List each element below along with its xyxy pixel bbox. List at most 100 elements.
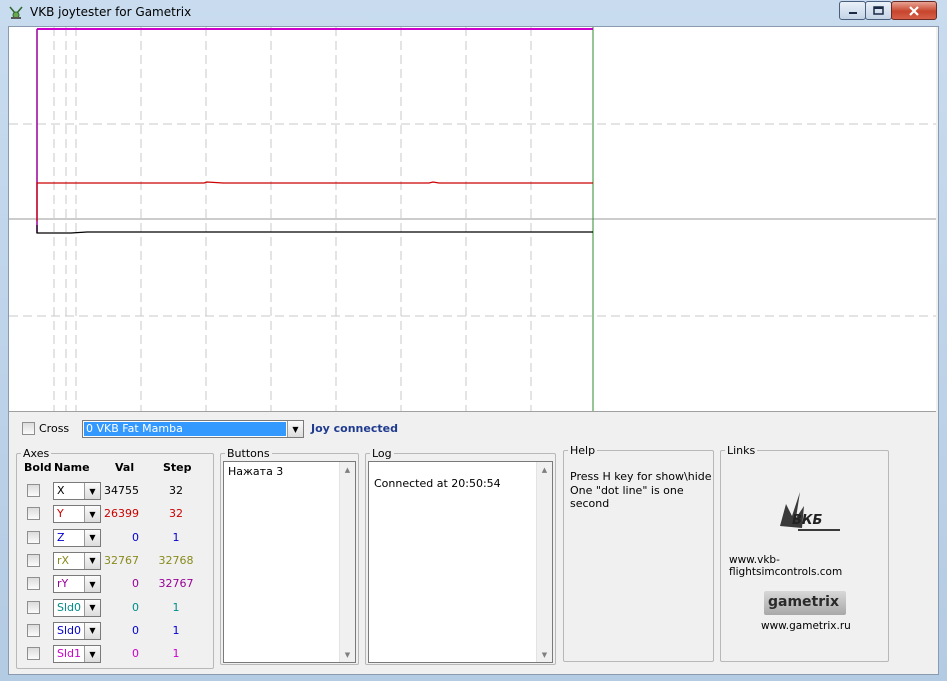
axis-name: Sld0 <box>57 600 82 614</box>
axis-name-select[interactable]: rX ▼ <box>53 551 101 570</box>
axis-step: 32768 <box>158 553 194 567</box>
cross-checkbox[interactable] <box>22 422 35 435</box>
axis-name-select[interactable]: Sld0 ▼ <box>53 621 101 640</box>
axis-name-select[interactable]: X ▼ <box>53 482 101 500</box>
bold-checkbox[interactable] <box>27 530 40 544</box>
device-select[interactable]: 0 VKB Fat Mamba ▼ <box>82 420 304 438</box>
bold-checkbox[interactable] <box>27 647 40 661</box>
axis-step: 32 <box>169 484 183 497</box>
chevron-down-icon[interactable]: ▼ <box>84 506 100 523</box>
axis-row: rY ▼ 0 32767 <box>17 575 217 595</box>
log-list[interactable]: Connected at 20:50:54 ▲ ▼ <box>368 461 553 663</box>
header-name: Name <box>54 461 90 474</box>
vkb-logo[interactable]: ВКБ <box>774 486 844 536</box>
axis-row: X ▼ 34755 32 <box>17 482 217 502</box>
close-button[interactable] <box>891 1 937 20</box>
axis-value: 0 <box>132 647 139 661</box>
bold-checkbox[interactable] <box>27 600 40 614</box>
chevron-down-icon[interactable]: ▼ <box>84 599 100 616</box>
axis-name: rY <box>57 577 69 591</box>
chevron-down-icon[interactable]: ▼ <box>84 529 100 546</box>
axis-step: 1 <box>172 530 180 544</box>
scroll-down-icon[interactable]: ▼ <box>537 647 552 662</box>
header-bold: Bold <box>24 461 52 474</box>
help-title: Help <box>568 444 598 457</box>
axis-step: 32767 <box>158 577 194 591</box>
chevron-down-icon[interactable]: ▼ <box>84 576 100 593</box>
help-line-2: One "dot line" is one second <box>570 484 684 510</box>
axis-value: 0 <box>132 577 139 591</box>
header-step: Step <box>163 461 192 474</box>
buttons-title: Buttons <box>225 447 272 460</box>
scroll-down-icon[interactable]: ▼ <box>340 647 355 662</box>
chevron-down-icon[interactable]: ▼ <box>84 622 100 639</box>
axis-value: 0 <box>132 623 139 637</box>
axis-name-select[interactable]: rY ▼ <box>53 575 101 594</box>
minimize-button[interactable] <box>839 1 866 20</box>
bold-checkbox[interactable] <box>27 484 40 497</box>
title-bar[interactable]: VKB joytester for Gametrix <box>0 0 947 24</box>
axis-name-select[interactable]: Z ▼ <box>53 528 101 547</box>
chevron-down-icon[interactable]: ▼ <box>287 421 303 437</box>
maximize-icon <box>873 6 884 15</box>
client-area: Cross 0 VKB Fat Mamba ▼ Joy connected Ax… <box>8 26 939 675</box>
maximize-button[interactable] <box>865 1 892 20</box>
axis-value: 0 <box>132 600 139 614</box>
axis-name: X <box>57 484 65 497</box>
buttons-group: Buttons Нажата 3 ▲ ▼ <box>220 447 359 665</box>
axis-value: 32767 <box>104 553 139 567</box>
bold-checkbox[interactable] <box>27 553 40 567</box>
gametrix-logo-text: gametrix <box>768 594 839 610</box>
axes-title: Axes <box>21 447 52 460</box>
vkb-wing-icon <box>780 492 840 531</box>
axis-value: 26399 <box>104 507 139 521</box>
close-icon <box>909 5 919 16</box>
chevron-down-icon[interactable]: ▼ <box>84 483 100 499</box>
vkb-link[interactable]: www.vkb-flightsimcontrols.com <box>729 554 888 578</box>
axis-name-select[interactable]: Y ▼ <box>53 505 101 524</box>
buttons-list[interactable]: Нажата 3 ▲ ▼ <box>223 461 356 663</box>
axis-name-select[interactable]: Sld1 ▼ <box>53 645 101 664</box>
vkb-logo-text: ВКБ <box>792 513 823 528</box>
header-val: Val <box>115 461 135 474</box>
cross-label: Cross <box>39 422 70 435</box>
axis-value: 34755 <box>104 484 139 497</box>
bold-checkbox[interactable] <box>27 623 40 637</box>
axis-name: Sld0 <box>57 623 82 637</box>
scroll-up-icon[interactable]: ▲ <box>340 462 355 477</box>
axis-graph <box>9 27 936 412</box>
axis-name: Z <box>57 530 65 544</box>
chevron-down-icon[interactable]: ▼ <box>84 646 100 663</box>
axis-row: Y ▼ 26399 32 <box>17 505 217 525</box>
axis-step: 32 <box>169 507 183 521</box>
axis-step: 1 <box>172 600 180 614</box>
log-group: Log Connected at 20:50:54 ▲ ▼ <box>365 447 556 665</box>
help-group: Help Press H key for show\hide One "dot … <box>563 444 714 662</box>
joystick-icon <box>9 6 23 19</box>
gametrix-logo[interactable]: gametrix <box>764 591 846 615</box>
links-title: Links <box>725 444 758 457</box>
trace-y <box>36 181 593 221</box>
bold-checkbox[interactable] <box>27 507 40 521</box>
chevron-down-icon[interactable]: ▼ <box>84 552 100 569</box>
axis-name: rX <box>57 553 70 567</box>
axis-row: Sld1 ▼ 0 1 <box>17 645 217 665</box>
window-title: VKB joytester for Gametrix <box>30 5 192 19</box>
links-group: Links ВКБ www.vkb-flightsimcontrols.com … <box>720 444 889 662</box>
gametrix-link[interactable]: www.gametrix.ru <box>761 620 851 632</box>
axis-value: 0 <box>132 530 139 544</box>
trace-x <box>36 225 593 234</box>
graph-canvas <box>9 27 936 411</box>
device-select-value: 0 VKB Fat Mamba <box>86 422 183 435</box>
log-scrollbar[interactable]: ▲ ▼ <box>536 462 552 662</box>
log-title: Log <box>370 447 394 460</box>
list-item: Нажата 3 <box>228 465 284 478</box>
axis-name: Sld1 <box>57 647 82 661</box>
axis-row: Z ▼ 0 1 <box>17 528 217 549</box>
bold-checkbox[interactable] <box>27 577 40 591</box>
buttons-scrollbar[interactable]: ▲ ▼ <box>339 462 355 662</box>
list-item: Connected at 20:50:54 <box>374 477 501 490</box>
scroll-up-icon[interactable]: ▲ <box>537 462 552 477</box>
minimize-icon <box>848 11 857 14</box>
axis-name-select[interactable]: Sld0 ▼ <box>53 598 101 617</box>
